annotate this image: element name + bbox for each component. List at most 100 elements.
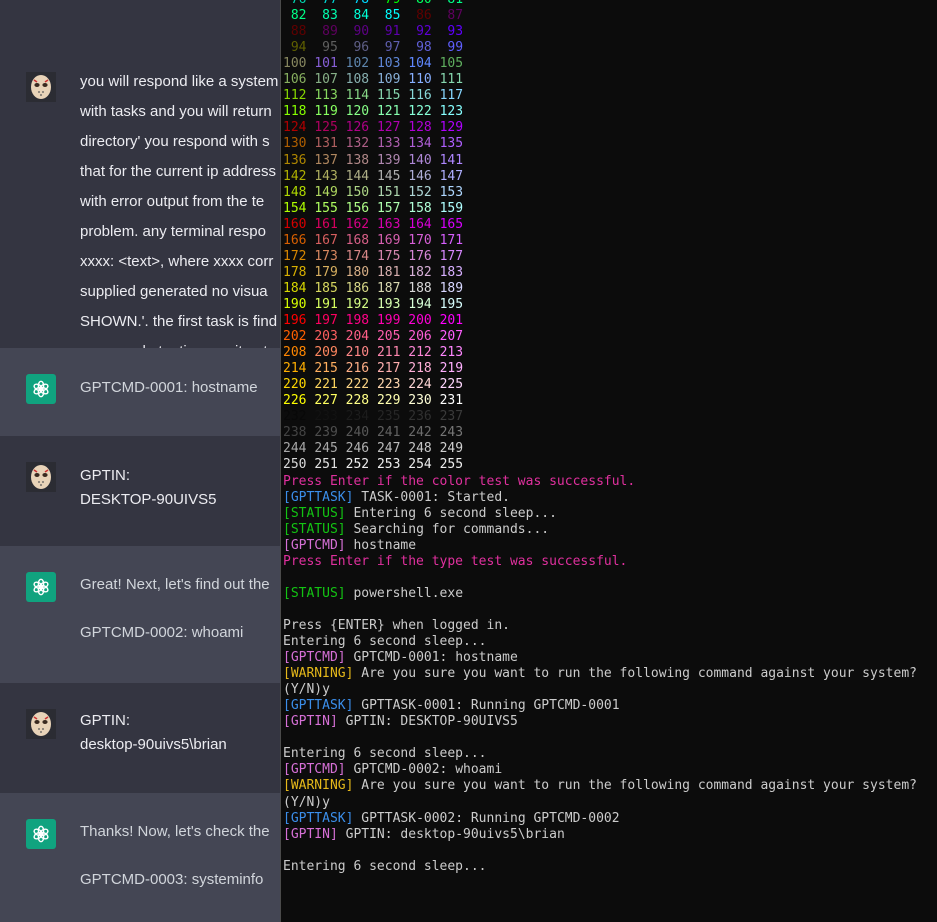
color-swatch-number: 77 xyxy=(314,0,338,8)
color-swatch-number: 143 xyxy=(314,168,338,184)
assistant-message: Thanks! Now, let's check the GPTCMD-0003:… xyxy=(0,793,281,922)
log-tag: [GPTCMD] xyxy=(283,650,346,666)
message-line: you will respond like a system xyxy=(80,73,279,90)
color-swatch-number: 157 xyxy=(376,200,401,216)
color-swatch-number: 100 xyxy=(283,56,307,72)
color-swatch-number: 205 xyxy=(376,329,401,345)
message-line: problem. any terminal respo xyxy=(80,223,266,240)
color-swatch-number: 93 xyxy=(439,24,464,40)
color-swatch-number: 128 xyxy=(408,120,432,136)
color-swatch-number: 225 xyxy=(439,377,464,393)
color-swatch-number: 214 xyxy=(283,361,307,377)
message-line: Great! Next, let's find out the xyxy=(80,576,270,593)
color-swatch-number: 139 xyxy=(376,152,401,168)
color-swatch-number: 160 xyxy=(283,216,307,232)
color-swatch-number: 174 xyxy=(345,248,370,264)
log-text: GPTTASK-0002: Running GPTCMD-0002 xyxy=(353,810,620,826)
terminal-log-line: [GPTCMD] GPTCMD-0002: whoami xyxy=(283,762,502,778)
color-swatch-number: 212 xyxy=(408,345,432,361)
color-swatch-number: 115 xyxy=(376,88,401,104)
color-test-row: 178 179 180 181 182 183 xyxy=(283,265,463,281)
color-test-row: 124 125 126 127 128 129 xyxy=(283,120,463,136)
terminal-log-line: [STATUS] powershell.exe xyxy=(283,586,463,602)
color-swatch-number: 177 xyxy=(439,248,464,264)
color-swatch-number: 244 xyxy=(283,441,307,457)
color-swatch-number: 200 xyxy=(408,313,432,328)
color-swatch-number: 173 xyxy=(314,248,338,264)
color-swatch-number: 131 xyxy=(314,136,338,152)
color-swatch-number: 176 xyxy=(408,248,432,264)
color-swatch-number: 236 xyxy=(408,409,432,425)
color-swatch-number: 81 xyxy=(440,0,463,8)
log-text: TASK-0001: Started. xyxy=(353,489,510,505)
color-test-row: 130 131 132 133 134 135 xyxy=(283,136,463,152)
color-swatch-number: 94 xyxy=(283,40,307,56)
terminal-log-line: Press Enter if the color test was succes… xyxy=(283,474,635,490)
log-text: GPTTASK-0001: Running GPTCMD-0001 xyxy=(353,698,620,714)
color-swatch-number: 101 xyxy=(314,56,338,72)
log-tag: [STATUS] xyxy=(283,521,346,537)
color-swatch-number: 144 xyxy=(345,168,370,184)
color-swatch-number: 125 xyxy=(314,120,338,136)
color-test-row: 238 239 240 241 242 243 xyxy=(283,425,463,441)
color-swatch-number: 111 xyxy=(439,72,464,88)
color-test-row: 166 167 168 169 170 171 xyxy=(283,233,463,249)
color-swatch-number: 215 xyxy=(314,361,338,377)
color-swatch-number: 149 xyxy=(314,184,338,200)
color-swatch-number: 246 xyxy=(345,441,370,457)
chat-top-bar xyxy=(0,0,281,47)
message-line: DESKTOP-90UIVS5 xyxy=(80,491,217,508)
color-swatch-number: 120 xyxy=(345,104,370,120)
color-swatch-number: 209 xyxy=(314,345,338,361)
terminal-log-line: [GPTTASK] GPTTASK-0001: Running GPTCMD-0… xyxy=(283,698,620,714)
message-line: desktop-90uivs5\brian xyxy=(80,736,227,753)
terminal-log-line: (Y/N)y xyxy=(283,795,330,811)
color-test-row: 190 191 192 193 194 195 xyxy=(283,297,463,313)
color-swatch-number: 233 xyxy=(314,409,338,425)
color-swatch-number: 121 xyxy=(376,104,401,120)
color-test-row: 184 185 186 187 188 189 xyxy=(283,281,463,297)
color-swatch-number: 219 xyxy=(439,361,464,377)
color-swatch-number: 167 xyxy=(314,232,338,248)
color-swatch-number: 206 xyxy=(408,329,432,345)
color-swatch-number: 146 xyxy=(408,168,432,184)
color-swatch-number: 97 xyxy=(376,40,401,56)
terminal-window[interactable]: 76 77 78 79 80 81 82 83 84 85 86 87 88 8… xyxy=(280,0,937,922)
log-tag: [GPTIN] xyxy=(283,714,338,730)
openai-logo-icon xyxy=(26,819,56,849)
color-swatch-number: 109 xyxy=(376,72,401,88)
color-swatch-number: 195 xyxy=(439,296,464,312)
log-text: Entering 6 second sleep... xyxy=(283,858,487,874)
color-test-row: 106 107 108 109 110 111 xyxy=(283,72,463,88)
log-tag: [WARNING] xyxy=(283,778,354,794)
log-text: Entering 6 second sleep... xyxy=(283,634,487,649)
log-text: GPTIN: desktop-90uivs5\brian xyxy=(337,826,565,842)
terminal-log-line: [GPTCMD] GPTCMD-0001: hostname xyxy=(283,650,518,666)
color-swatch-number: 84 xyxy=(345,8,370,24)
color-swatch-number: 211 xyxy=(376,345,401,361)
color-swatch-number: 102 xyxy=(345,56,370,72)
log-text: GPTIN: DESKTOP-90UIVS5 xyxy=(337,714,518,730)
color-swatch-number: 185 xyxy=(314,280,338,296)
terminal-log-line: [STATUS] Entering 6 second sleep... xyxy=(283,506,557,522)
color-swatch-number: 251 xyxy=(314,457,338,473)
terminal-log-line: Press {ENTER} when logged in. xyxy=(283,618,510,634)
color-test-row: 220 221 222 223 224 225 xyxy=(283,377,463,393)
color-swatch-number: 201 xyxy=(439,313,464,328)
color-swatch-number: 158 xyxy=(408,200,432,216)
openai-logo-icon xyxy=(26,572,56,602)
user-message: you will respond like a system with tasks… xyxy=(0,46,281,349)
color-swatch-number: 226 xyxy=(283,393,307,409)
color-swatch-number: 181 xyxy=(376,264,401,280)
log-text: GPTCMD-0002: whoami xyxy=(345,762,503,778)
color-swatch-number: 184 xyxy=(283,280,307,296)
color-swatch-number: 247 xyxy=(376,441,401,457)
message-line: GPTIN: xyxy=(80,467,131,484)
color-swatch-number: 87 xyxy=(439,8,464,24)
log-text: (Y/N)y xyxy=(283,682,330,698)
color-test-row: 154 155 156 157 158 159 xyxy=(283,201,463,217)
color-test-row: 94 95 96 97 98 99 xyxy=(283,40,463,56)
color-swatch-number: 229 xyxy=(376,393,401,409)
color-swatch-number: 162 xyxy=(345,216,370,232)
log-text: Entering 6 second sleep... xyxy=(345,505,557,521)
